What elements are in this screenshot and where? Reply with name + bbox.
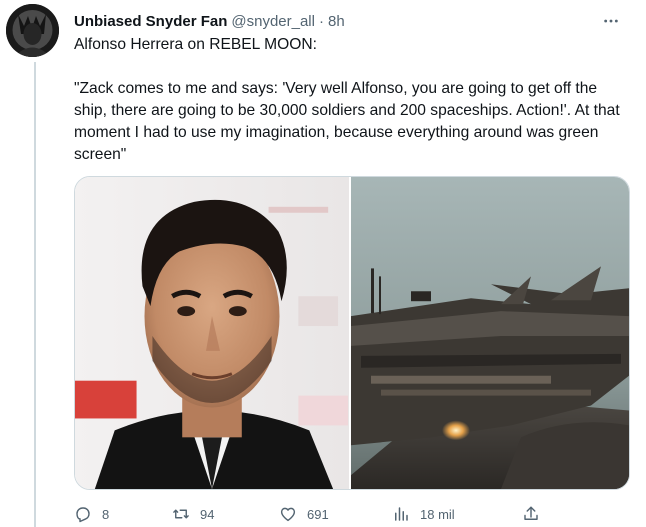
reply-button[interactable]: 8: [74, 505, 109, 523]
share-button[interactable]: [522, 505, 540, 523]
avatar[interactable]: [6, 4, 59, 57]
avatar-image: [6, 4, 59, 57]
tweet-actions: 8 94 691 18 mil: [74, 503, 630, 525]
thread-line: [34, 62, 36, 527]
tweet-header: Unbiased Snyder Fan @snyder_all · 8h: [74, 10, 632, 32]
more-dots-icon[interactable]: [600, 12, 622, 30]
spaceship-photo[interactable]: [351, 177, 629, 489]
views-button[interactable]: 18 mil: [392, 505, 455, 523]
media-grid: [74, 176, 630, 490]
reply-count: 8: [102, 506, 110, 522]
like-count: 691: [307, 506, 329, 522]
timestamp[interactable]: 8h: [328, 13, 345, 30]
portrait-photo[interactable]: [75, 177, 351, 489]
retweet-icon: [173, 509, 189, 519]
reply-icon: [76, 507, 90, 523]
retweet-count: 94: [200, 506, 215, 522]
tweet-text: Alfonso Herrera on REBEL MOON: "Zack com…: [74, 36, 620, 163]
views-chart-icon: [395, 507, 408, 521]
like-button[interactable]: 691: [279, 505, 329, 523]
retweet-button[interactable]: 94: [172, 505, 214, 523]
author-handle[interactable]: @snyder_all: [231, 13, 315, 30]
share-icon: [524, 506, 538, 520]
author-display-name[interactable]: Unbiased Snyder Fan: [74, 13, 227, 30]
views-count: 18 mil: [420, 506, 455, 522]
heart-icon: [280, 507, 296, 522]
separator-dot: ·: [318, 12, 324, 30]
